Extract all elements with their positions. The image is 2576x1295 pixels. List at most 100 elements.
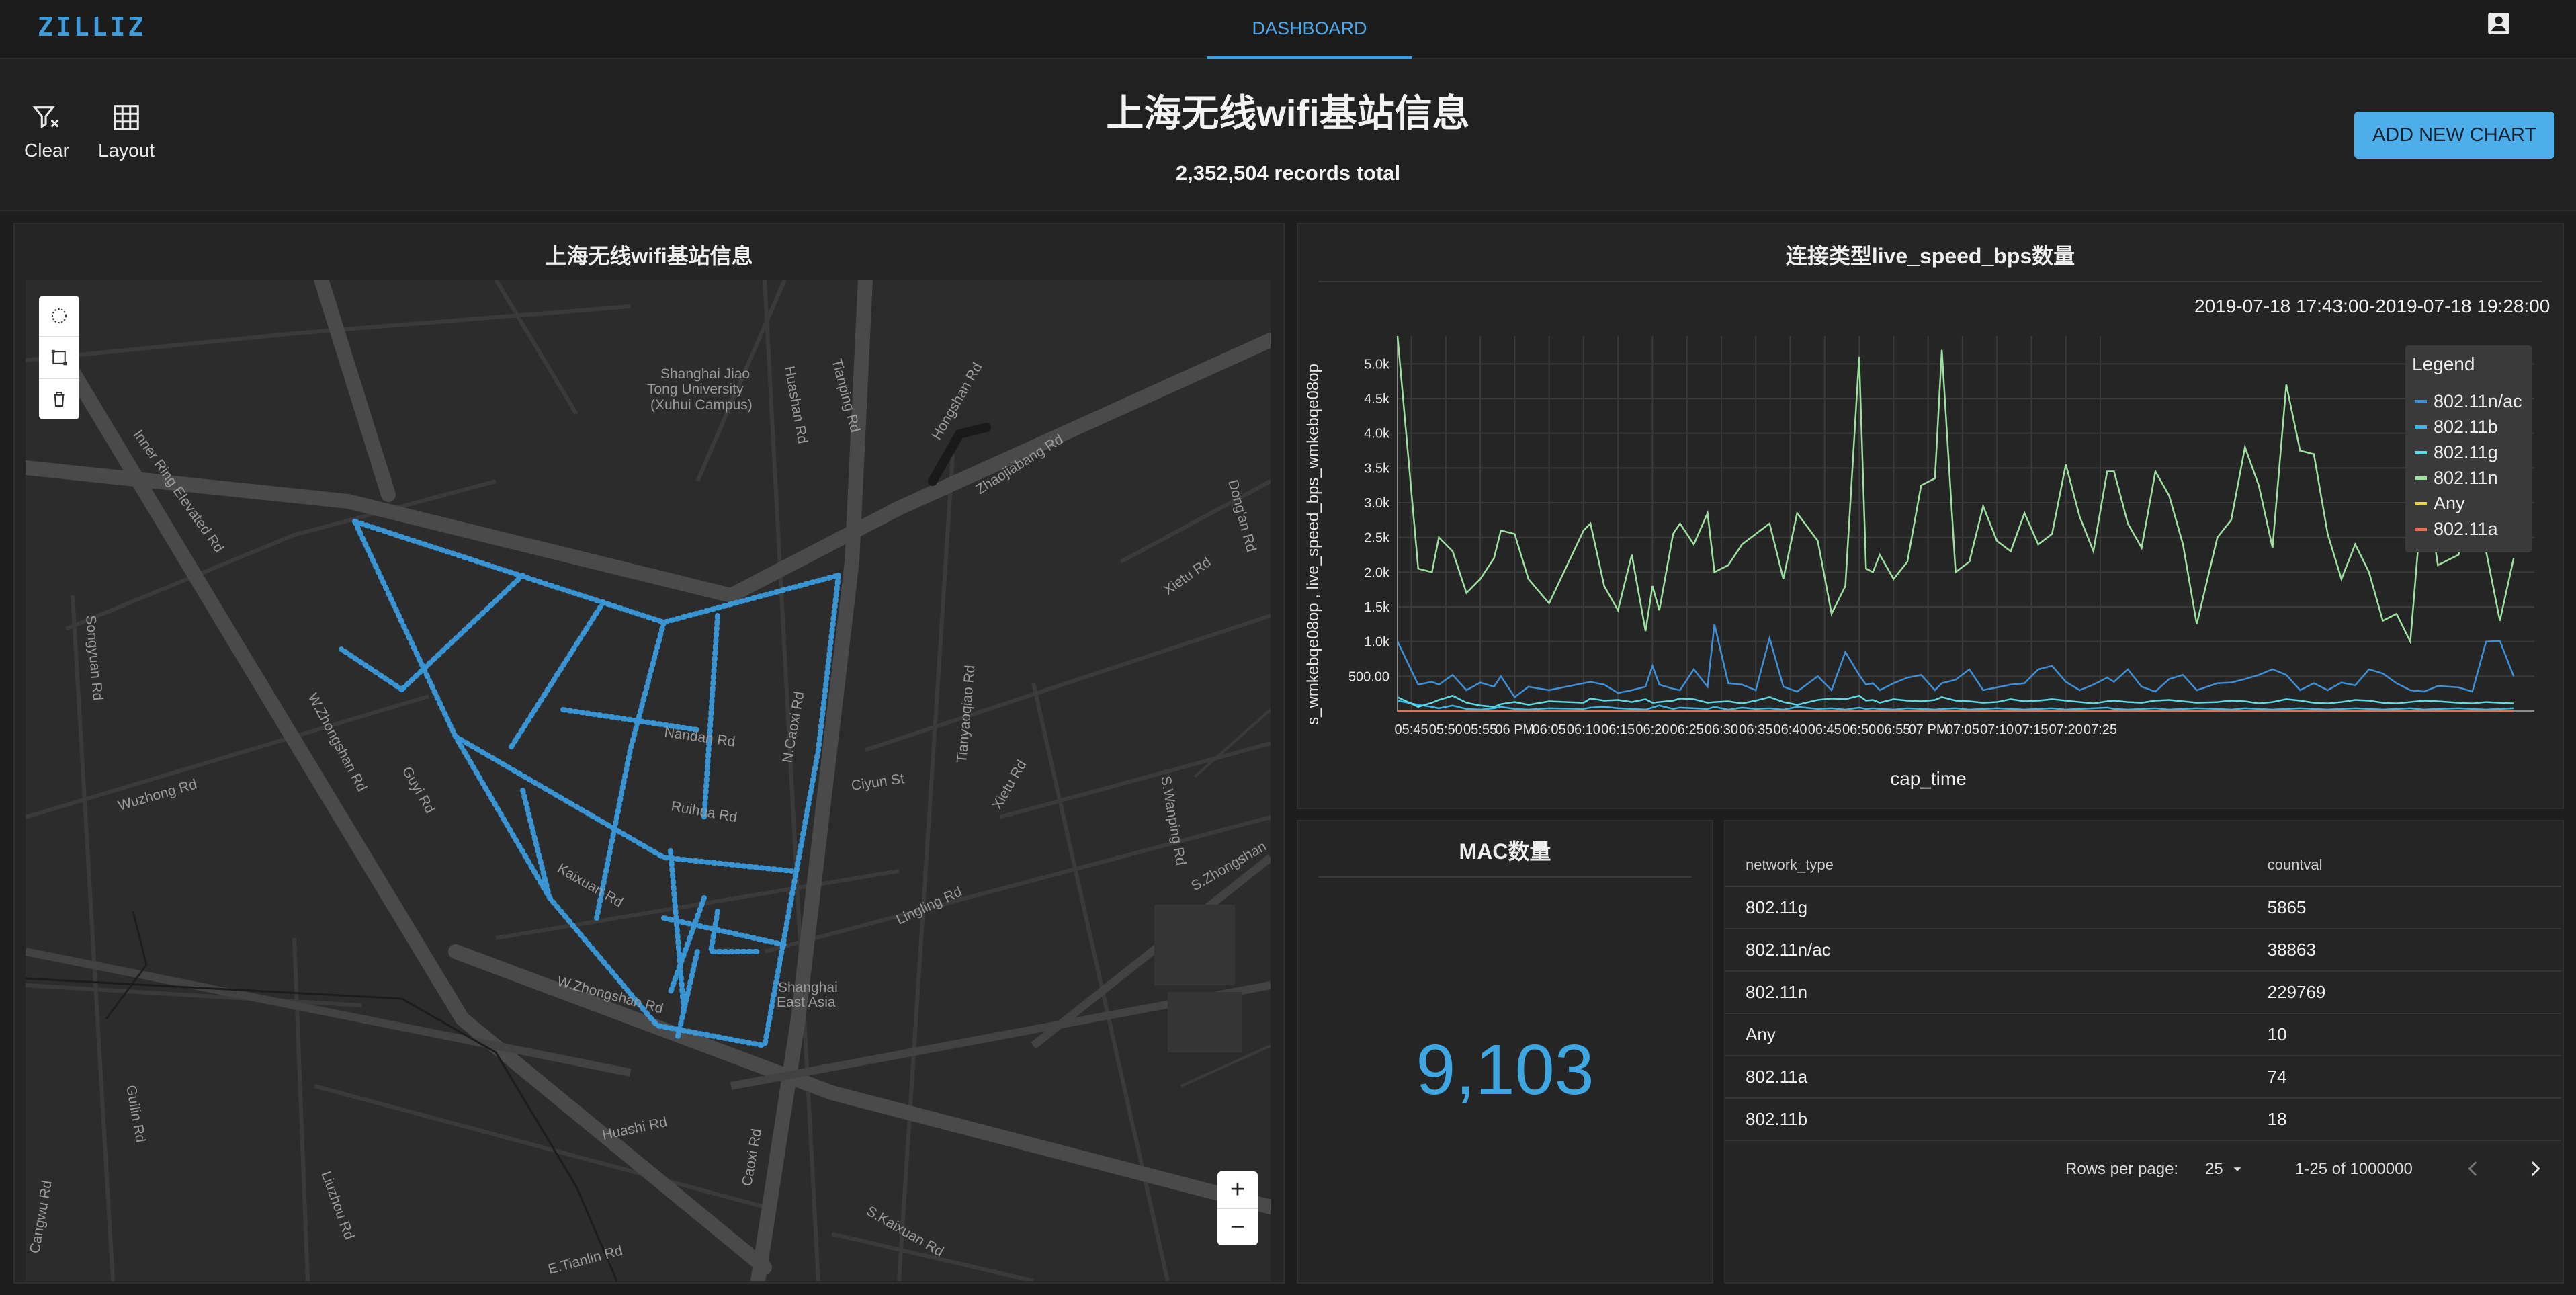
table-header-row: network_type countval <box>1725 844 2561 887</box>
dashboard-header: Clear Layout 上海无线wifi基站信息 2,352,504 reco… <box>0 59 2576 211</box>
cell-network-type: 802.11g <box>1725 886 2268 929</box>
legend-swatch <box>2415 528 2427 531</box>
series-line-802-11g <box>1397 694 2514 708</box>
table-row[interactable]: 802.11b 18 <box>1725 1098 2561 1141</box>
y-tick-label: 1.5k <box>1364 600 1390 615</box>
x-tick-label: 06:45 <box>1808 722 1842 737</box>
title-divider <box>1318 281 2542 282</box>
circle-select-icon <box>52 308 67 323</box>
y-tick-label: 4.5k <box>1364 392 1390 407</box>
label-sjtu-2: Tong University <box>647 382 744 397</box>
zoom-in-button[interactable]: + <box>1217 1171 1258 1209</box>
map-draw-tools <box>39 296 79 419</box>
line-chart-svg[interactable]: 500.00 1.0k 1.5k 2.0k 2.5k 3.0k 3.5k 4.0k 4.5k 5.… <box>1297 323 2564 806</box>
prev-page-icon[interactable] <box>2462 1157 2485 1180</box>
legend-item[interactable]: Any <box>2415 493 2465 514</box>
legend-label: 802.11n <box>2434 468 2498 488</box>
map-canvas[interactable]: Shanghai Jiao Tong University (Xuhui Cam… <box>26 280 1271 1281</box>
delete-shape-button[interactable] <box>39 379 79 419</box>
cell-network-type: 802.11n/ac <box>1725 929 2268 972</box>
x-tick-label: 06:10 <box>1567 722 1600 737</box>
x-tick-label: 07:20 <box>2049 722 2083 737</box>
chart-time-range: 2019-07-18 17:43:00-2019-07-18 19:28:00 <box>2194 296 2550 317</box>
map-panel-title: 上海无线wifi基站信息 <box>545 244 753 268</box>
chart-legend: Legend 802.11n/ac 802.11b 802.11g 802.11n An… <box>2405 345 2532 552</box>
chart-axes <box>1397 336 2534 712</box>
x-tick-label: 05:55 <box>1463 722 1497 737</box>
x-tick-label: 07:10 <box>1980 722 2014 737</box>
polygon-select-icon <box>51 349 67 366</box>
legend-swatch <box>2415 425 2427 429</box>
next-page-icon[interactable] <box>2524 1157 2546 1180</box>
x-axis-label: cap_time <box>1890 768 1967 789</box>
legend-item[interactable]: 802.11g <box>2415 442 2498 463</box>
legend-label: 802.11n/ac <box>2434 391 2522 411</box>
draw-circle-button[interactable] <box>39 296 79 337</box>
clear-label: Clear <box>24 140 69 161</box>
rows-per-page-label: Rows per page: <box>2065 1160 2179 1178</box>
legend-swatch <box>2415 502 2427 505</box>
legend-item[interactable]: 802.11n/ac <box>2415 391 2522 412</box>
x-tick-label: 06:20 <box>1635 722 1669 737</box>
page-range: 1-25 of 1000000 <box>2295 1160 2413 1178</box>
mac-count-value: 9,103 <box>1416 1030 1594 1110</box>
y-tick-label: 5.0k <box>1364 357 1390 372</box>
table-row[interactable]: 802.11n 229769 <box>1725 971 2561 1014</box>
rows-per-page-select[interactable]: 25 <box>2205 1160 2245 1179</box>
legend-title: Legend <box>2412 353 2475 374</box>
y-tick-label: 2.5k <box>1364 531 1390 546</box>
legend-item[interactable]: 802.11a <box>2415 519 2498 540</box>
legend-label: 802.11b <box>2434 417 2498 437</box>
legend-swatch <box>2415 476 2427 480</box>
x-tick-label: 06:15 <box>1601 722 1635 737</box>
mac-divider <box>1318 876 1692 878</box>
cell-countval: 229769 <box>2267 971 2561 1014</box>
col-countval[interactable]: countval <box>2267 844 2561 887</box>
label-shanghai-ea-2: East Asia <box>777 995 836 1010</box>
legend-item[interactable]: 802.11b <box>2415 417 2498 437</box>
table-row[interactable]: Any 10 <box>1725 1013 2561 1056</box>
x-tick-label: 06:50 <box>1842 722 1876 737</box>
cell-network-type: 802.11a <box>1725 1056 2268 1099</box>
trash-icon <box>54 392 65 407</box>
layout-label: Layout <box>98 140 155 161</box>
x-tick-label: 06:30 <box>1705 722 1738 737</box>
legend-label: 802.11g <box>2434 442 2498 462</box>
y-tick-label: 500.00 <box>1348 669 1389 684</box>
label-sjtu: Shanghai Jiao <box>660 366 750 382</box>
rows-per-page-value: 25 <box>2205 1160 2223 1178</box>
table-row[interactable]: 802.11a 74 <box>1725 1056 2561 1099</box>
cell-network-type: 802.11n <box>1725 971 2268 1014</box>
zoom-out-button[interactable]: − <box>1217 1209 1258 1245</box>
x-tick-label: 06:25 <box>1670 722 1704 737</box>
page-title: 上海无线wifi基站信息 <box>1106 92 1470 134</box>
x-tick-label: 07:15 <box>2014 722 2048 737</box>
legend-item[interactable]: 802.11n <box>2415 468 2498 489</box>
legend-label: 802.11a <box>2434 519 2498 539</box>
col-network-type[interactable]: network_type <box>1725 844 2268 887</box>
cell-countval: 74 <box>2267 1056 2561 1099</box>
label-shanghai-ea: Shanghai <box>778 980 838 995</box>
series-line-802-11n-ac <box>1396 624 2515 699</box>
x-tick-label: 06:05 <box>1533 722 1566 737</box>
add-new-chart-button[interactable]: ADD NEW CHART <box>2354 112 2554 159</box>
y-tick-label: 3.0k <box>1364 496 1390 511</box>
zilliz-logo[interactable]: ZILLIZ <box>38 12 146 42</box>
y-tick-label: 1.0k <box>1364 635 1390 650</box>
x-tick-label: 07:25 <box>2084 722 2117 737</box>
account-icon[interactable] <box>2486 11 2511 36</box>
label-sjtu-3: (Xuhui Campus) <box>650 397 753 413</box>
tab-dashboard[interactable]: DASHBOARD <box>1207 0 1412 59</box>
cell-network-type: 802.11b <box>1725 1098 2268 1141</box>
legend-label: Any <box>2434 493 2465 513</box>
cell-countval: 5865 <box>2267 886 2561 929</box>
legend-swatch <box>2415 400 2427 403</box>
table-row[interactable]: 802.11g 5865 <box>1725 886 2561 929</box>
x-tick-label: 05:45 <box>1394 722 1428 737</box>
mac-panel-title: MAC数量 <box>1459 839 1551 864</box>
cell-countval: 10 <box>2267 1013 2561 1056</box>
table-row[interactable]: 802.11n/ac 38863 <box>1725 929 2561 972</box>
x-tick-label: 06:35 <box>1739 722 1772 737</box>
draw-polygon-button[interactable] <box>39 337 79 379</box>
map-svg[interactable]: Shanghai Jiao Tong University (Xuhui Cam… <box>26 280 1271 1281</box>
